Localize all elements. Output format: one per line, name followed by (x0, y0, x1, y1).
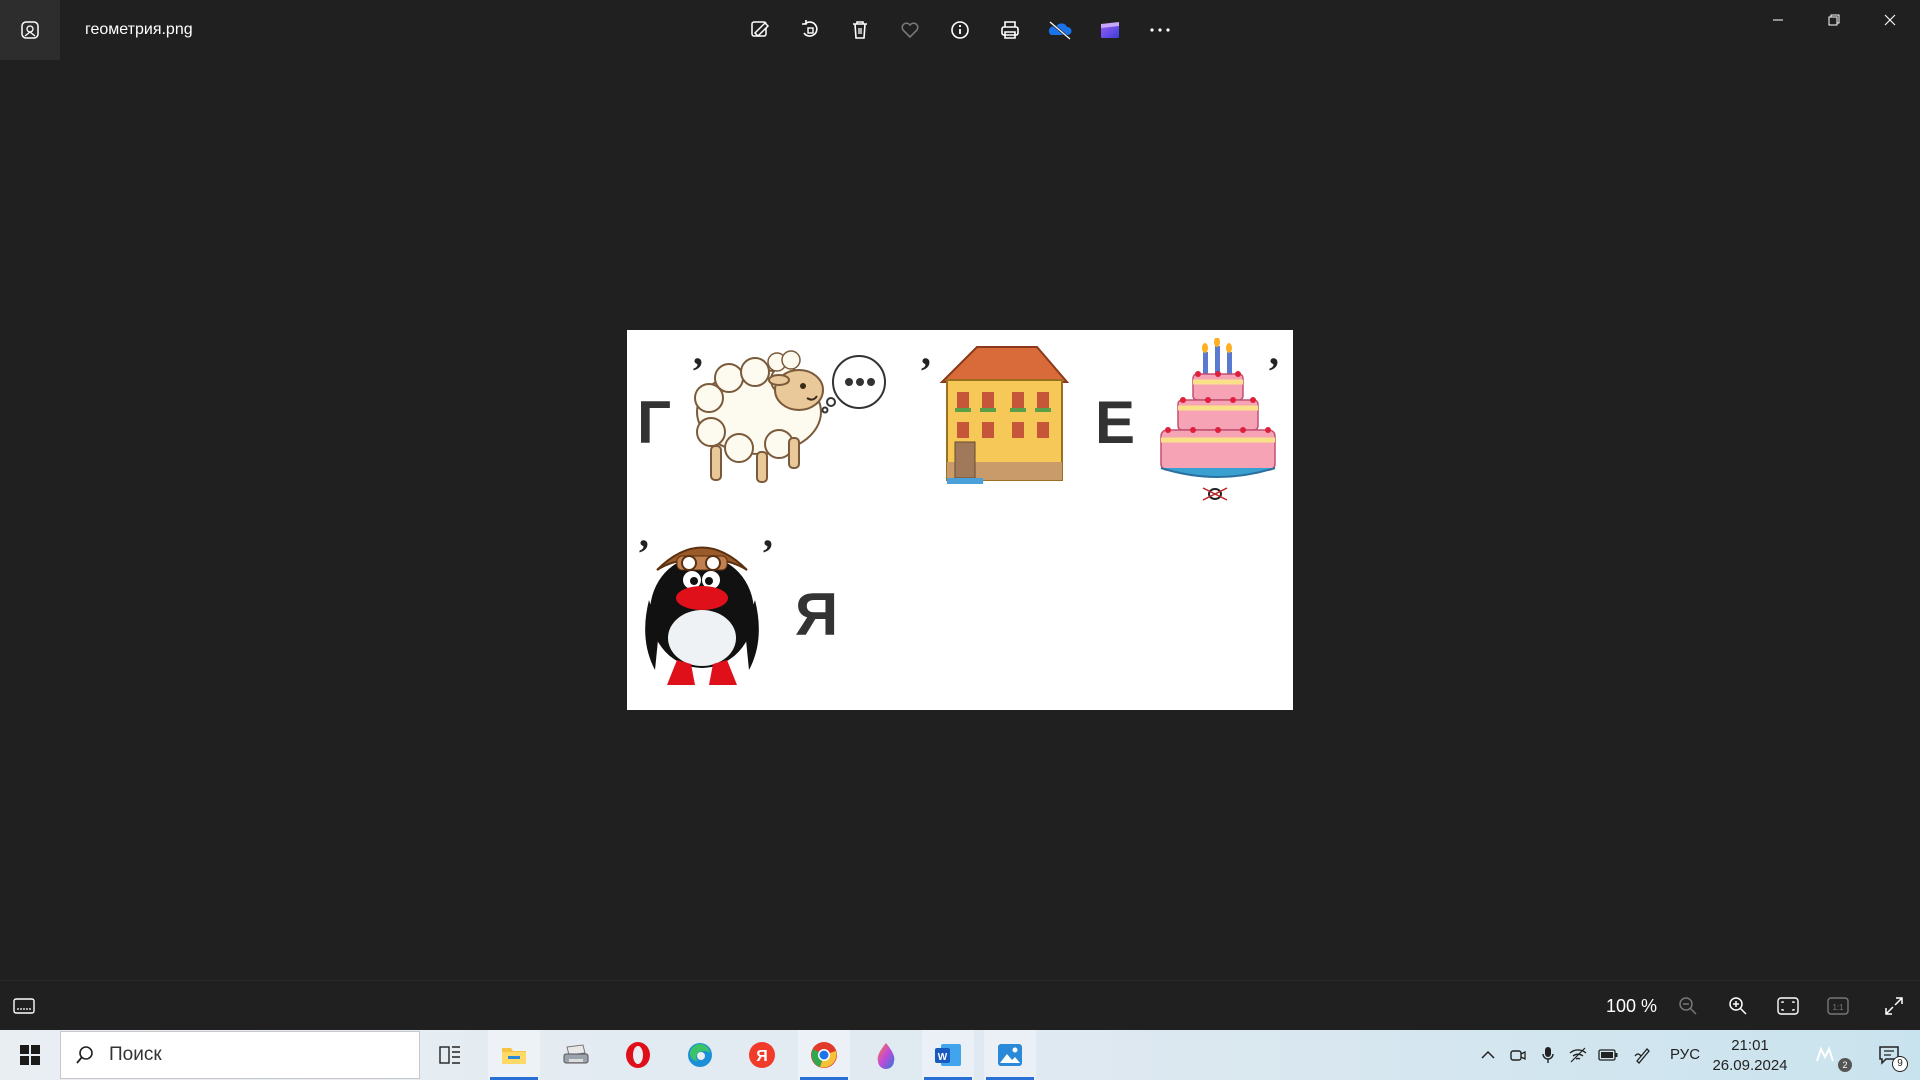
info-icon[interactable] (940, 10, 980, 50)
input-language-indicator[interactable]: РУС (1670, 1046, 1700, 1063)
word-app-icon[interactable]: W (922, 1030, 974, 1080)
taskbar-clock[interactable]: 21:01 26.09.2024 (1700, 1036, 1800, 1076)
sheep-picture (694, 350, 886, 483)
print-icon[interactable] (990, 10, 1030, 50)
clock-time: 21:01 (1731, 1037, 1769, 1054)
paint-app-icon[interactable] (860, 1030, 912, 1080)
restore-button[interactable] (1806, 0, 1862, 40)
displayed-image: Г ’ ’ Е ’ ’ ’ Я (627, 330, 1293, 710)
rebus-letter: Я (795, 581, 839, 648)
cake-picture (1160, 338, 1276, 501)
fullscreen-icon[interactable] (1876, 989, 1912, 1023)
photos-app-window: геометрия.png Г ’ ’ Е ’ ’ ’ Я 100 % 1:1 (0, 0, 1920, 1030)
taskbar: Поиск Я W РУС 21:01 26.09.2024 2 9 (0, 1030, 1920, 1080)
file-name: геометрия.png (85, 21, 193, 38)
fit-to-window-icon[interactable] (1770, 989, 1806, 1023)
photos-app-icon[interactable] (0, 0, 60, 60)
edit-image-icon[interactable] (740, 10, 780, 50)
chrome-browser-icon[interactable] (798, 1030, 850, 1080)
minimize-button[interactable] (1750, 0, 1806, 40)
onedrive-icon[interactable] (1040, 10, 1080, 50)
actual-size-icon[interactable]: 1:1 (1820, 989, 1856, 1023)
image-toolbar (740, 10, 1180, 50)
notification-count: 9 (1892, 1056, 1908, 1072)
svg-text:W: W (938, 1052, 948, 1063)
rebus-comma: ’ (1267, 349, 1281, 394)
close-button[interactable] (1862, 0, 1918, 40)
rebus-comma: ’ (761, 531, 775, 576)
pen-tray-icon[interactable] (1630, 1030, 1656, 1080)
microphone-tray-icon[interactable] (1535, 1030, 1561, 1080)
more-icon[interactable] (1140, 10, 1180, 50)
rotate-icon[interactable] (790, 10, 830, 50)
favorite-icon[interactable] (890, 10, 930, 50)
svg-text:Я: Я (756, 1048, 768, 1065)
yandex-browser-icon[interactable]: Я (736, 1030, 788, 1080)
filmstrip-icon[interactable] (6, 989, 42, 1023)
battery-icon[interactable] (1595, 1030, 1621, 1080)
badge-count: 2 (1838, 1058, 1852, 1072)
delete-icon[interactable] (840, 10, 880, 50)
title-bar: геометрия.png (0, 0, 1920, 60)
rebus-letter: Е (1095, 389, 1136, 456)
taskbar-search-box[interactable]: Поиск (60, 1031, 420, 1079)
zoom-level: 100 % (1606, 996, 1658, 1016)
edge-browser-icon[interactable] (674, 1030, 726, 1080)
clipchamp-icon[interactable] (1090, 10, 1130, 50)
rebus-comma: ’ (919, 349, 933, 394)
task-view-icon[interactable] (424, 1030, 476, 1080)
show-hidden-icons-icon[interactable] (1475, 1030, 1501, 1080)
penguin-character-picture (645, 546, 759, 685)
photos-app-taskbar-icon[interactable] (984, 1030, 1036, 1080)
search-placeholder: Поиск (109, 1044, 162, 1065)
file-explorer-icon[interactable] (488, 1030, 540, 1080)
meet-now-icon[interactable]: 2 (1808, 1030, 1852, 1080)
zoom-out-icon[interactable] (1670, 989, 1706, 1023)
printer-app-icon[interactable] (550, 1030, 602, 1080)
search-icon (76, 1046, 93, 1064)
clock-date: 26.09.2024 (1712, 1057, 1788, 1074)
notification-center-icon[interactable]: 9 (1866, 1030, 1912, 1080)
rebus-letter: Г (637, 389, 672, 456)
windows-logo-icon (20, 1045, 40, 1065)
zoom-in-icon[interactable] (1720, 989, 1756, 1023)
bottom-bar: 100 % 1:1 (0, 980, 1920, 1030)
wifi-icon[interactable] (1565, 1030, 1591, 1080)
camera-tray-icon[interactable] (1505, 1030, 1531, 1080)
house-picture (939, 346, 1070, 484)
opera-browser-icon[interactable] (612, 1030, 664, 1080)
start-button[interactable] (0, 1030, 60, 1080)
svg-text:1:1: 1:1 (1832, 1003, 1844, 1012)
